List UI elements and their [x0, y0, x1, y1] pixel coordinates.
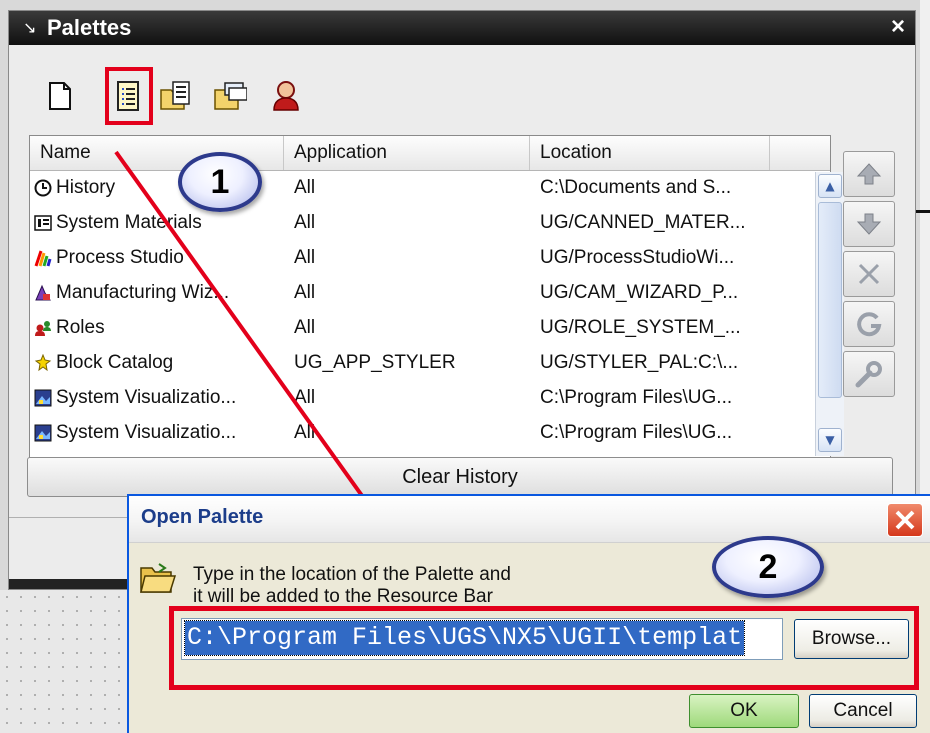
- table-row[interactable]: System Materials All UG/CANNED_MATER...: [30, 205, 790, 240]
- instruction-line-2: it will be added to the Resource Bar: [193, 586, 493, 607]
- move-down-button[interactable]: [843, 201, 895, 247]
- table-row[interactable]: System Visualizatio... All C:\Program Fi…: [30, 380, 790, 415]
- new-palette-icon[interactable]: [43, 79, 77, 113]
- materials-icon: [34, 214, 52, 231]
- palettes-title-bar[interactable]: ↘ Palettes ×: [9, 11, 915, 45]
- open-palette-title: Open Palette: [141, 506, 264, 528]
- palettes-toolbar: [37, 67, 337, 125]
- palettes-table: Name Application Location History All C:…: [29, 135, 844, 459]
- table-row[interactable]: System Visualizatio... All C:\Program Fi…: [30, 415, 790, 450]
- table-row[interactable]: History All C:\Documents and S...: [30, 170, 790, 205]
- properties-button[interactable]: [843, 351, 895, 397]
- row-name: Manufacturing Wiz...: [56, 282, 230, 303]
- dialog-instruction: Type in the location of the Palette and …: [193, 564, 613, 608]
- row-name: Block Catalog: [56, 352, 174, 373]
- column-header-application[interactable]: Application: [284, 136, 530, 170]
- close-icon: [895, 510, 915, 530]
- palettes-title: Palettes: [47, 15, 132, 40]
- palettes-close-button[interactable]: ×: [891, 13, 905, 41]
- open-folder-palette-icon[interactable]: [159, 79, 193, 113]
- column-header-location[interactable]: Location: [530, 136, 770, 170]
- move-up-button[interactable]: [843, 151, 895, 197]
- clear-history-button[interactable]: Clear History: [27, 457, 893, 497]
- open-folder-icon: [140, 563, 177, 593]
- row-location: UG/CAM_WIZARD_P...: [540, 282, 739, 303]
- block-catalog-icon: [34, 353, 52, 371]
- ok-button[interactable]: OK: [689, 694, 799, 728]
- manufacturing-icon: [35, 284, 51, 300]
- table-header: Name Application Location: [30, 136, 830, 171]
- row-application: All: [294, 282, 316, 303]
- background-dot-grid: [0, 590, 130, 733]
- visualization-icon: [34, 389, 52, 406]
- row-name: Roles: [56, 317, 105, 338]
- callout-step-1: 1: [178, 152, 262, 212]
- row-name: System Materials: [56, 212, 202, 233]
- table-row[interactable]: Process Studio All UG/ProcessStudioWi...: [30, 240, 790, 275]
- refresh-button[interactable]: [843, 301, 895, 347]
- scroll-thumb[interactable]: [818, 202, 842, 398]
- open-palette-title-bar[interactable]: Open Palette: [129, 496, 930, 543]
- window-bottom-edge: [9, 579, 139, 589]
- table-row[interactable]: Manufacturing Wiz... All UG/CAM_WIZARD_P…: [30, 275, 790, 310]
- move-up-icon: [856, 163, 882, 185]
- row-location: C:\Program Files\UG...: [540, 387, 733, 408]
- scroll-up-icon[interactable]: ▲: [818, 174, 842, 198]
- row-application: All: [294, 247, 316, 268]
- row-application: All: [294, 387, 316, 408]
- process-studio-icon: [34, 250, 52, 266]
- visualization-icon: [34, 424, 52, 441]
- row-application: UG_APP_STYLER: [294, 352, 456, 373]
- share-palette-icon[interactable]: [213, 79, 247, 113]
- row-application: All: [294, 212, 316, 233]
- roles-icon: [35, 320, 51, 336]
- properties-wrench-icon: [855, 361, 882, 388]
- table-vertical-scrollbar[interactable]: ▲ ▼: [815, 172, 844, 456]
- row-location: C:\Program Files\UG...: [540, 422, 733, 443]
- row-name: History: [56, 177, 116, 198]
- row-location: UG/ProcessStudioWi...: [540, 247, 735, 268]
- row-location: UG/ROLE_SYSTEM_...: [540, 317, 741, 338]
- row-name: Process Studio: [56, 247, 184, 268]
- move-down-icon: [856, 213, 882, 235]
- open-palette-highlight: [105, 67, 153, 125]
- dialog-close-button[interactable]: [887, 503, 923, 537]
- remove-button[interactable]: [843, 251, 895, 297]
- refresh-icon: [857, 312, 882, 337]
- table-row[interactable]: Roles All UG/ROLE_SYSTEM_...: [30, 310, 790, 345]
- row-application: All: [294, 177, 316, 198]
- row-location: UG/STYLER_PAL:C:\...: [540, 352, 739, 373]
- table-row[interactable]: Block Catalog UG_APP_STYLER UG/STYLER_PA…: [30, 345, 790, 380]
- path-highlight-box: [169, 606, 919, 690]
- callout-step-2: 2: [712, 536, 824, 598]
- history-icon: [34, 179, 52, 196]
- row-application: All: [294, 422, 316, 443]
- open-palette-dialog: Open Palette Type in the location of the…: [127, 494, 930, 733]
- roles-icon[interactable]: [269, 79, 303, 113]
- row-application: All: [294, 317, 316, 338]
- pin-arrow-icon[interactable]: ↘: [23, 18, 36, 37]
- row-name: System Visualizatio...: [56, 422, 237, 443]
- remove-icon: [858, 263, 880, 285]
- row-location: UG/CANNED_MATER...: [540, 212, 746, 233]
- row-location: C:\Documents and S...: [540, 177, 732, 198]
- instruction-line-1: Type in the location of the Palette and: [193, 564, 511, 585]
- cancel-button[interactable]: Cancel: [809, 694, 917, 728]
- row-name: System Visualizatio...: [56, 387, 237, 408]
- scroll-down-icon[interactable]: ▼: [818, 428, 842, 452]
